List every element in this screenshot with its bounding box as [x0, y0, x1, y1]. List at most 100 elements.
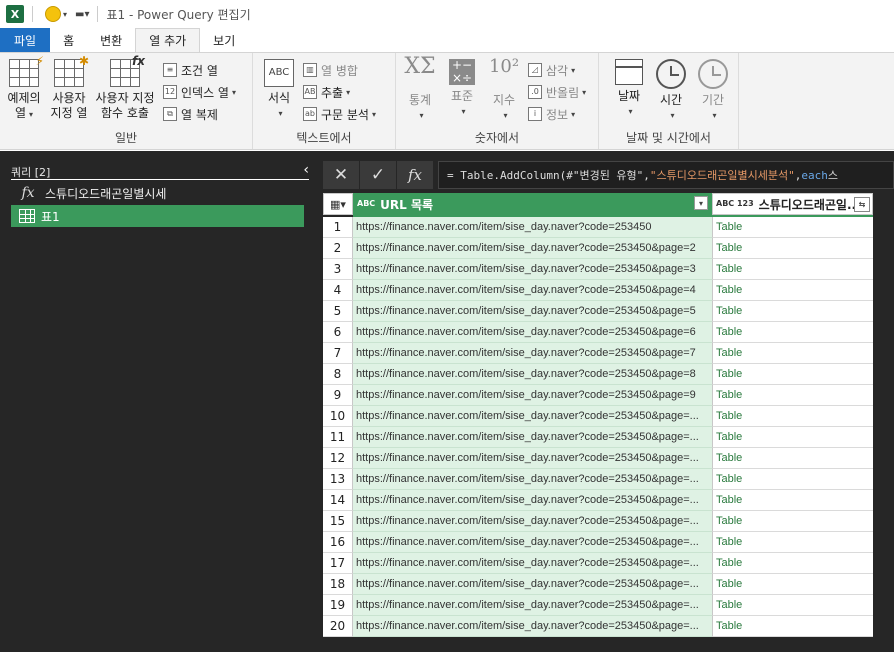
column-from-examples-button[interactable]: ⚡ 예제의 열 ▾	[4, 54, 44, 122]
table-link-cell[interactable]: Table	[712, 385, 873, 406]
row-number[interactable]: 7	[323, 343, 353, 364]
table-link-cell[interactable]: Table	[712, 490, 873, 511]
url-cell[interactable]: https://finance.naver.com/item/sise_day.…	[353, 301, 712, 322]
row-number[interactable]: 15	[323, 511, 353, 532]
row-number[interactable]: 19	[323, 595, 353, 616]
url-cell[interactable]: https://finance.naver.com/item/sise_day.…	[353, 406, 712, 427]
table-row[interactable]: 9 https://finance.naver.com/item/sise_day…	[323, 385, 873, 406]
table-row[interactable]: 12 https://finance.naver.com/item/sise_da…	[323, 448, 873, 469]
custom-column-button[interactable]: ✱ 사용자 지정 열	[47, 54, 91, 121]
table-link-cell[interactable]: Table	[712, 469, 873, 490]
tab-add-column[interactable]: 열 추가	[135, 28, 201, 52]
row-number[interactable]: 10	[323, 406, 353, 427]
scientific-button[interactable]: 10² 지수 ▾	[486, 58, 522, 123]
table-link-cell[interactable]: Table	[712, 322, 873, 343]
row-number[interactable]: 6	[323, 322, 353, 343]
query-item-table1[interactable]: 표1	[11, 205, 304, 227]
table-link-cell[interactable]: Table	[712, 553, 873, 574]
url-cell[interactable]: https://finance.naver.com/item/sise_day.…	[353, 238, 712, 259]
collapse-pane-chevron-icon[interactable]: ‹	[303, 162, 309, 178]
table-row[interactable]: 20 https://finance.naver.com/item/sise_da…	[323, 616, 873, 637]
table-row[interactable]: 15 https://finance.naver.com/item/sise_da…	[323, 511, 873, 532]
feedback-dropdown-icon[interactable]: ▾	[63, 10, 67, 19]
formula-input[interactable]: = Table.AddColumn(#"변경된 유형", "스튜디오드래곤일별시…	[438, 161, 894, 189]
invoke-custom-function-button[interactable]: fx 사용자 지정 함수 호출	[93, 54, 157, 121]
parse-button[interactable]: ab 구문 분석 ▾	[303, 105, 376, 123]
confirm-formula-check-icon[interactable]: ✓	[360, 161, 396, 189]
table-link-cell[interactable]: Table	[712, 532, 873, 553]
date-button[interactable]: 날짜 ▾	[611, 59, 647, 119]
tab-view[interactable]: 보기	[200, 28, 248, 52]
row-number[interactable]: 12	[323, 448, 353, 469]
standard-button[interactable]: +− ×÷ 표준 ▾	[444, 59, 480, 119]
row-number[interactable]: 5	[323, 301, 353, 322]
table-link-cell[interactable]: Table	[712, 616, 873, 637]
index-column-button[interactable]: 12 인덱스 열 ▾	[163, 83, 236, 101]
row-number[interactable]: 16	[323, 532, 353, 553]
table-menu-button[interactable]: ▦▾	[323, 193, 353, 215]
quick-access-customize-icon[interactable]: ▬▾	[75, 9, 89, 20]
url-cell[interactable]: https://finance.naver.com/item/sise_day.…	[353, 511, 712, 532]
url-cell[interactable]: https://finance.naver.com/item/sise_day.…	[353, 217, 712, 238]
row-number[interactable]: 4	[323, 280, 353, 301]
url-cell[interactable]: https://finance.naver.com/item/sise_day.…	[353, 259, 712, 280]
url-cell[interactable]: https://finance.naver.com/item/sise_day.…	[353, 574, 712, 595]
row-number[interactable]: 17	[323, 553, 353, 574]
url-cell[interactable]: https://finance.naver.com/item/sise_day.…	[353, 616, 712, 637]
table-row[interactable]: 4 https://finance.naver.com/item/sise_day…	[323, 280, 873, 301]
table-link-cell[interactable]: Table	[712, 280, 873, 301]
cancel-formula-close-icon[interactable]: ✕	[323, 161, 359, 189]
conditional-column-button[interactable]: ≡ 조건 열	[163, 61, 218, 79]
url-cell[interactable]: https://finance.naver.com/item/sise_day.…	[353, 343, 712, 364]
column-header-studio-dragon[interactable]: ABC 123 스튜디오드래곤일... ⇆	[712, 193, 873, 215]
feedback-smiley-icon[interactable]	[45, 6, 61, 22]
table-row[interactable]: 1 https://finance.naver.com/item/sise_day…	[323, 217, 873, 238]
table-row[interactable]: 11 https://finance.naver.com/item/sise_da…	[323, 427, 873, 448]
table-link-cell[interactable]: Table	[712, 301, 873, 322]
tab-transform[interactable]: 변환	[87, 28, 135, 52]
column-header-url[interactable]: ABC URL 목록 ▾	[353, 193, 712, 215]
row-number[interactable]: 14	[323, 490, 353, 511]
url-cell[interactable]: https://finance.naver.com/item/sise_day.…	[353, 448, 712, 469]
table-link-cell[interactable]: Table	[712, 259, 873, 280]
url-cell[interactable]: https://finance.naver.com/item/sise_day.…	[353, 280, 712, 301]
table-link-cell[interactable]: Table	[712, 511, 873, 532]
table-row[interactable]: 19 https://finance.naver.com/item/sise_da…	[323, 595, 873, 616]
url-cell[interactable]: https://finance.naver.com/item/sise_day.…	[353, 490, 712, 511]
expand-column-icon[interactable]: ⇆	[854, 197, 870, 212]
row-number[interactable]: 9	[323, 385, 353, 406]
url-cell[interactable]: https://finance.naver.com/item/sise_day.…	[353, 532, 712, 553]
filter-dropdown-icon[interactable]: ▾	[694, 196, 708, 210]
table-link-cell[interactable]: Table	[712, 574, 873, 595]
rounding-button[interactable]: .0 반올림 ▾	[528, 83, 586, 101]
table-link-cell[interactable]: Table	[712, 595, 873, 616]
table-link-cell[interactable]: Table	[712, 217, 873, 238]
table-row[interactable]: 6 https://finance.naver.com/item/sise_day…	[323, 322, 873, 343]
row-number[interactable]: 3	[323, 259, 353, 280]
table-row[interactable]: 10 https://finance.naver.com/item/sise_da…	[323, 406, 873, 427]
table-row[interactable]: 3 https://finance.naver.com/item/sise_day…	[323, 259, 873, 280]
table-row[interactable]: 16 https://finance.naver.com/item/sise_da…	[323, 532, 873, 553]
tab-home[interactable]: 홈	[50, 28, 87, 52]
table-link-cell[interactable]: Table	[712, 406, 873, 427]
tab-file[interactable]: 파일	[0, 28, 51, 52]
url-cell[interactable]: https://finance.naver.com/item/sise_day.…	[353, 427, 712, 448]
merge-columns-button[interactable]: ▥ 열 병합	[303, 61, 358, 79]
insert-function-fx-icon[interactable]: fx	[397, 161, 433, 189]
row-number[interactable]: 13	[323, 469, 353, 490]
table-link-cell[interactable]: Table	[712, 343, 873, 364]
row-number[interactable]: 11	[323, 427, 353, 448]
format-button[interactable]: ABC 서식 ▾	[261, 59, 297, 121]
url-cell[interactable]: https://finance.naver.com/item/sise_day.…	[353, 595, 712, 616]
row-number[interactable]: 1	[323, 217, 353, 238]
text-type-abc-icon[interactable]: ABC	[357, 200, 375, 208]
table-link-cell[interactable]: Table	[712, 364, 873, 385]
table-link-cell[interactable]: Table	[712, 448, 873, 469]
url-cell[interactable]: https://finance.naver.com/item/sise_day.…	[353, 322, 712, 343]
table-link-cell[interactable]: Table	[712, 238, 873, 259]
table-link-cell[interactable]: Table	[712, 427, 873, 448]
information-button[interactable]: i 정보 ▾	[528, 105, 575, 123]
url-cell[interactable]: https://finance.naver.com/item/sise_day.…	[353, 385, 712, 406]
table-row[interactable]: 14 https://finance.naver.com/item/sise_da…	[323, 490, 873, 511]
row-number[interactable]: 8	[323, 364, 353, 385]
